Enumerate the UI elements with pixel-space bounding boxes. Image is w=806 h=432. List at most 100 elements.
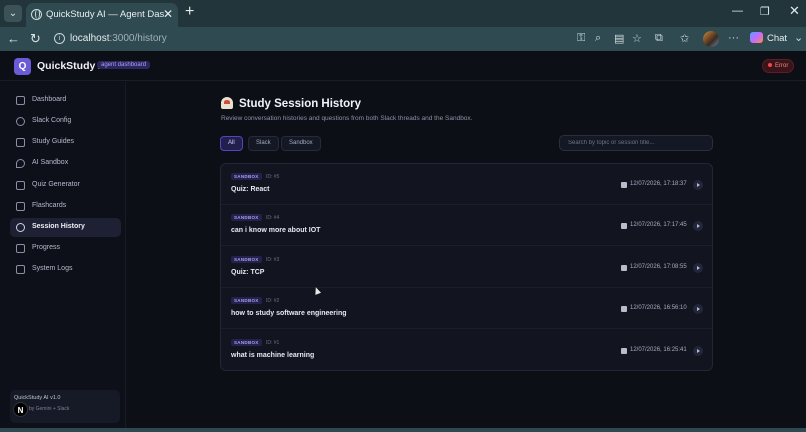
back-arrow-icon[interactable]: ← [7, 31, 20, 46]
session-id: ID: #1 [266, 340, 280, 346]
sidebar-item-dashboard[interactable]: Dashboard [10, 91, 121, 110]
clipboard-icon [16, 181, 25, 190]
app-version: QuickStudy AI v1.0 [14, 395, 61, 401]
globe-icon [31, 9, 42, 20]
favorite-star-icon[interactable]: ☆ [632, 32, 642, 45]
session-id: ID: #5 [266, 174, 280, 180]
minimize-icon[interactable]: — [732, 5, 743, 17]
reader-icon[interactable]: ▤ [614, 32, 624, 45]
sidebar-item-slack-config[interactable]: Slack Config [10, 112, 121, 131]
cards-icon [16, 202, 25, 211]
copilot-icon [750, 32, 763, 43]
filter-slack[interactable]: Slack [248, 136, 279, 151]
sidebar-item-study-guides[interactable]: Study Guides [10, 133, 121, 152]
grid-icon [16, 96, 25, 105]
session-id: ID: #4 [266, 215, 280, 221]
page-subtitle: Review conversation histories and questi… [221, 115, 473, 122]
open-session-play-icon[interactable] [693, 221, 703, 231]
source-badge: SANDBOX [231, 339, 262, 346]
calendar-icon [621, 182, 627, 188]
calendar-icon [621, 348, 627, 354]
status-badge: Error [762, 59, 795, 73]
reload-icon[interactable]: ↻ [30, 31, 41, 47]
key-icon[interactable]: ⚿ [577, 32, 585, 45]
source-badge: SANDBOX [231, 297, 262, 304]
session-id: ID: #2 [266, 298, 280, 304]
tab-actions-chevron-icon[interactable]: ⌄ [4, 5, 22, 22]
sidebar-footer: QuickStudy AI v1.0 ed by Gemini + Slack … [10, 390, 120, 423]
zoom-icon[interactable]: ⌕ [595, 32, 601, 45]
chat-button[interactable]: Chat [750, 32, 787, 44]
app-window: Q QuickStudy AI agent dashboard Error Da… [0, 51, 806, 428]
sidebar-item-quiz-generator[interactable]: Quiz Generator [10, 176, 121, 195]
filter-sandbox[interactable]: Sandbox [281, 136, 321, 151]
new-tab-plus-icon[interactable]: + [185, 4, 194, 20]
siren-icon [221, 97, 233, 109]
page-title: Study Session History [221, 97, 361, 110]
app-badge: agent dashboard [97, 61, 151, 69]
browser-address-bar: ← ↻ i localhost:3000/history ⚿ ⌕ ▤ ☆ ⧉ ✩… [0, 27, 806, 51]
user-avatar[interactable]: N [13, 402, 28, 417]
window-bottom-edge [0, 428, 806, 432]
terminal-icon [16, 265, 25, 274]
calendar-icon [621, 306, 627, 312]
session-row[interactable]: SANDBOX ID: #5 Quiz: React 12/07/2026, 1… [221, 164, 712, 205]
status-dot-icon [768, 63, 772, 67]
sidebar-item-ai-sandbox[interactable]: AI Sandbox [10, 154, 121, 173]
browser-tab[interactable]: QuickStudy AI — Agent Dashboard ✕ [26, 3, 178, 27]
open-session-play-icon[interactable] [693, 346, 703, 356]
session-list: SANDBOX ID: #5 Quiz: React 12/07/2026, 1… [220, 163, 713, 371]
tab-title: QuickStudy AI — Agent Dashboard [46, 9, 164, 20]
chat-icon [16, 159, 25, 168]
session-row[interactable]: SANDBOX ID: #3 Quiz: TCP 12/07/2026, 17:… [221, 247, 712, 288]
source-badge: SANDBOX [231, 214, 262, 221]
open-session-play-icon[interactable] [693, 263, 703, 273]
sidebar: Dashboard Slack Config Study Guides AI S… [0, 82, 126, 428]
gear-icon [16, 117, 25, 126]
session-title: Quiz: TCP [231, 269, 265, 276]
session-date: 12/07/2026, 16:56:10 [630, 305, 687, 311]
bar-chart-icon [16, 244, 25, 253]
chat-chevron-icon[interactable]: ⌄ [794, 31, 803, 44]
filter-all[interactable]: All [220, 136, 243, 151]
session-title: how to study software engineering [231, 310, 347, 317]
open-session-play-icon[interactable] [693, 304, 703, 314]
tab-close-icon[interactable]: ✕ [163, 7, 173, 21]
favorites-icon[interactable]: ✩ [680, 32, 689, 45]
site-info-icon[interactable]: i [54, 33, 65, 44]
sidebar-item-progress[interactable]: Progress [10, 239, 121, 258]
app-logo: Q [14, 58, 31, 75]
session-date: 12/07/2026, 17:18:37 [630, 181, 687, 187]
open-session-play-icon[interactable] [693, 180, 703, 190]
url-field[interactable]: i localhost:3000/history [48, 29, 650, 49]
sidebar-item-flashcards[interactable]: Flashcards [10, 197, 121, 216]
sidebar-item-session-history[interactable]: Session History [10, 218, 121, 237]
session-id: ID: #3 [266, 257, 280, 263]
book-icon [16, 138, 25, 147]
powered-by-text: ed by Gemini + Slack [22, 406, 70, 412]
session-row[interactable]: SANDBOX ID: #2 how to study software eng… [221, 288, 712, 329]
source-badge: SANDBOX [231, 256, 262, 263]
session-date: 12/07/2026, 16:25:41 [630, 347, 687, 353]
search-input[interactable] [559, 135, 713, 151]
session-title: what is machine learning [231, 352, 315, 359]
sidebar-item-system-logs[interactable]: System Logs [10, 260, 121, 279]
extensions-icon[interactable]: ⧉ [655, 32, 663, 45]
session-title: Quiz: React [231, 186, 270, 193]
browser-tab-bar: ⌄ QuickStudy AI — Agent Dashboard ✕ + — … [0, 0, 806, 27]
url-path: :3000/history [109, 33, 167, 44]
session-date: 12/07/2026, 17:17:45 [630, 222, 687, 228]
calendar-icon [621, 223, 627, 229]
session-row[interactable]: SANDBOX ID: #4 can i know more about IOT… [221, 205, 712, 246]
source-badge: SANDBOX [231, 173, 262, 180]
calendar-icon [621, 265, 627, 271]
window-close-icon[interactable]: ✕ [789, 3, 800, 19]
profile-avatar[interactable] [703, 31, 719, 47]
session-row[interactable]: SANDBOX ID: #1 what is machine learning … [221, 330, 712, 371]
url-host: localhost [70, 33, 110, 44]
more-menu-icon[interactable]: ··· [728, 32, 739, 44]
app-header: Q QuickStudy AI agent dashboard Error [0, 51, 806, 81]
restore-icon[interactable]: ❐ [760, 5, 770, 18]
clock-icon [16, 223, 25, 232]
session-date: 12/07/2026, 17:08:55 [630, 264, 687, 270]
